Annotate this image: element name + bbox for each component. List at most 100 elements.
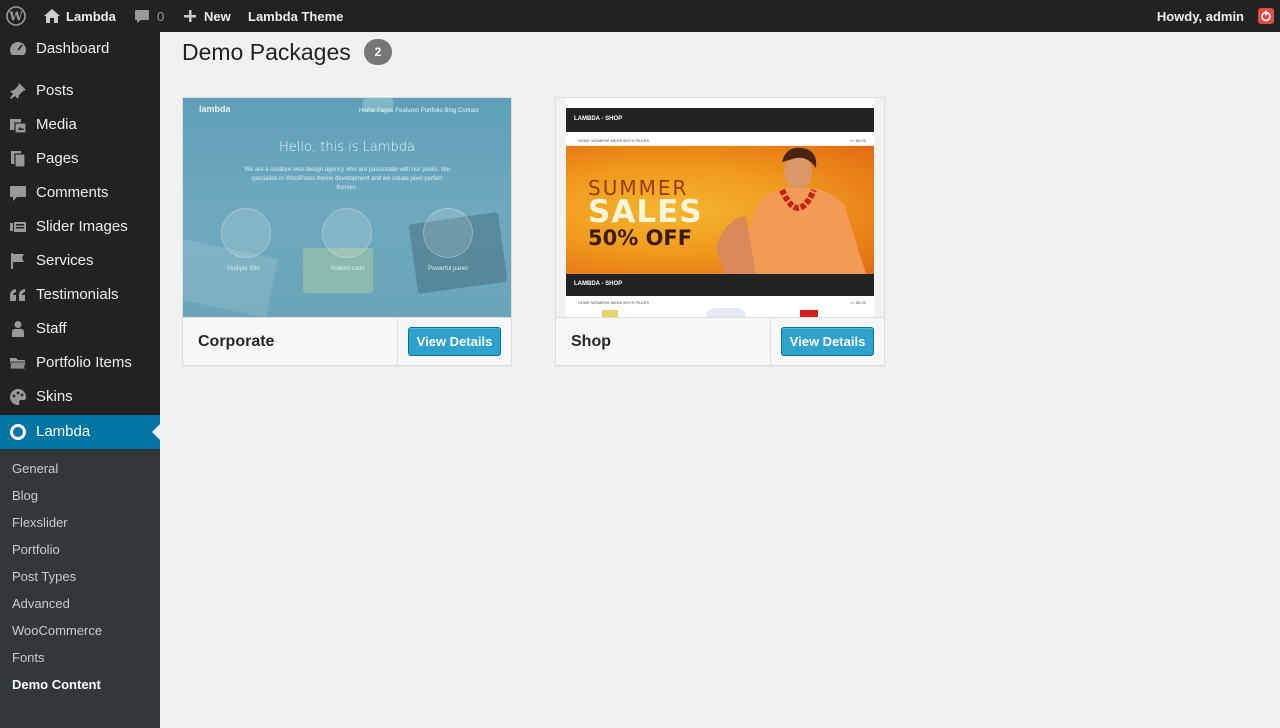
palette-icon [9,388,27,406]
product-thumb [602,310,618,317]
sidebar-item-label: Slider Images [36,218,128,235]
product-thumb [800,310,818,317]
product-thumb [706,308,746,317]
theme-label: Lambda Theme [248,8,344,24]
lambda-submenu: General Blog Flexslider Portfolio Post T… [0,449,160,728]
package-screenshot[interactable]: lambda Home Pages Features Portfolio Blo… [183,98,511,317]
sidebar-item-label: Testimonials [36,286,119,303]
preview-edge [556,98,566,317]
sidebar-item-lambda[interactable]: Lambda [0,415,160,449]
new-label: New [204,8,231,24]
sidebar-item-label: Portfolio Items [36,354,132,371]
sidebar-item-label: Posts [36,82,74,99]
comments-count: 0 [157,8,165,24]
feature-icon [221,208,271,258]
preview-logo: LAMBDA - SHOP [574,281,623,287]
sidebar-item-dashboard[interactable]: Dashboard [0,32,160,66]
home-icon [44,9,60,23]
preview-topbar [566,98,874,106]
sidebar-item-label: Staff [36,320,67,337]
site-name: Lambda [66,8,116,24]
preview-edge [874,98,884,317]
preview-cart: 0 / $0.00 [850,138,866,143]
preview-logo: LAMBDA - SHOP [574,116,623,122]
feature-caption: Multiple Site [227,266,260,272]
preview-logo: lambda [199,104,231,114]
quote-icon [9,286,27,304]
sidebar-item-testimonials[interactable]: Testimonials [0,278,160,312]
model-figure [716,147,866,274]
page-title: Demo Packages [182,39,351,65]
preview-nav: Home Pages Features Portfolio Blog Conta… [359,108,479,114]
sidebar-item-pages[interactable]: Pages [0,142,160,176]
account-link[interactable]: Howdy, admin [1157,0,1244,32]
sidebar-item-services[interactable]: Services [0,244,160,278]
person-icon [9,320,27,338]
card-footer: Corporate View Details [183,317,511,366]
feature-caption: Powerful panel [428,266,468,272]
sidebar-item-slider-images[interactable]: Slider Images [0,210,160,244]
sidebar-item-posts[interactable]: Posts [0,74,160,108]
submenu-item-flexslider[interactable]: Flexslider [12,514,68,532]
media-icon [9,116,27,134]
theme-link[interactable]: Lambda Theme [248,0,343,32]
submenu-item-demo-content[interactable]: Demo Content [12,676,101,694]
howdy-text: Howdy, admin [1156,8,1244,24]
preview-nav: HOME WOMENS MENS BOYS PAGES 0 / $0.00 [566,296,874,308]
sidebar-item-portfolio-items[interactable]: Portfolio Items [0,346,160,380]
plus-icon [183,9,197,23]
footer-divider [397,318,398,366]
sidebar-item-label: Media [36,116,77,133]
view-details-button[interactable]: View Details [781,327,874,356]
package-card-corporate[interactable]: lambda Home Pages Features Portfolio Blo… [182,97,512,366]
banner-line-2: SALES [588,194,703,230]
pin-icon [9,82,27,100]
wordpress-logo-icon[interactable]: W [6,0,26,32]
feature-icon [423,208,473,258]
card-footer: Shop View Details [556,317,884,366]
submenu-item-post-types[interactable]: Post Types [12,568,76,586]
preview-banner: SUMMER SALES 50% OFF [566,146,874,274]
feature-icon [322,208,372,258]
preview-heading: Hello, this is Lambda [279,140,415,155]
package-name: Shop [571,333,611,350]
dashboard-icon [9,40,27,58]
submenu-item-advanced[interactable]: Advanced [12,595,70,613]
package-screenshot[interactable]: LAMBDA - SHOP HOME WOMENS MENS BOYS PAGE… [556,98,884,317]
new-content-link[interactable]: New [183,0,231,32]
sidebar-item-comments[interactable]: Comments [0,176,160,210]
circle-icon [9,423,27,441]
sidebar-item-label: Dashboard [36,40,110,57]
sidebar-item-skins[interactable]: Skins [0,380,160,414]
sidebar-item-label: Services [36,252,94,269]
pages-icon [9,150,27,168]
submenu-item-fonts[interactable]: Fonts [12,649,45,667]
sidebar-item-media[interactable]: Media [0,108,160,142]
preview-text: We are a creative web design agency who … [244,167,450,191]
comment-icon [9,184,27,202]
preview-nav: HOME WOMENS MENS BOYS PAGES 0 / $0.00 [566,134,874,146]
feature-caption: Robust code [331,266,365,272]
package-name: Corporate [198,333,275,350]
avatar[interactable] [1258,8,1274,24]
count-badge: 2 [364,39,392,65]
sidebar-item-label: Pages [36,150,79,167]
preview-header: LAMBDA - SHOP [566,274,874,296]
submenu-item-general[interactable]: General [12,460,58,478]
submenu-item-woocommerce[interactable]: WooCommerce [12,622,102,640]
sidebar-item-label: Comments [36,184,109,201]
banner-line-3: 50% OFF [588,226,693,250]
admin-sidebar: Dashboard Posts Media Pages Comments Sli… [0,32,160,728]
sidebar-item-label: Skins [36,388,73,405]
comments-link[interactable]: 0 [134,0,164,32]
flag-icon [9,252,27,270]
admin-bar: W Lambda 0 New Lambda Theme Howdy, admin [0,0,1280,32]
package-card-shop[interactable]: LAMBDA - SHOP HOME WOMENS MENS BOYS PAGE… [555,97,885,366]
slider-icon [9,218,27,236]
sidebar-item-staff[interactable]: Staff [0,312,160,346]
view-details-button[interactable]: View Details [408,327,501,356]
submenu-item-blog[interactable]: Blog [12,487,38,505]
site-name-link[interactable]: Lambda [44,0,116,32]
submenu-item-portfolio[interactable]: Portfolio [12,541,60,559]
comment-icon [134,9,150,24]
